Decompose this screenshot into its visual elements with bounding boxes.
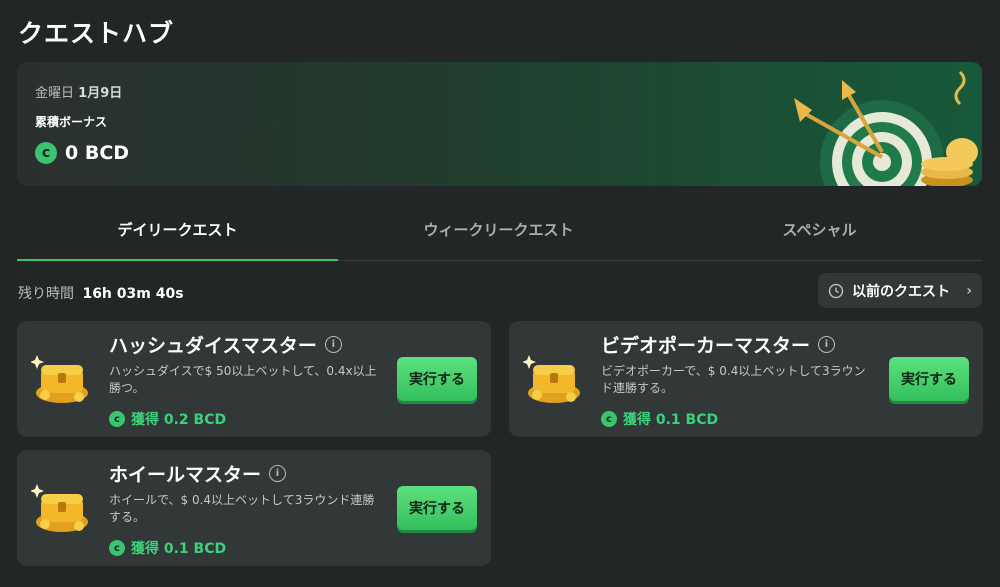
quest-card-hash-dice: ハッシュダイスマスター i ハッシュダイスで$ 50以上ベットして、0.4x以上… <box>17 321 491 437</box>
treasure-chest-icon <box>31 484 88 532</box>
time-remaining-label: 残り時間 <box>18 286 74 302</box>
execute-quest-button[interactable]: 実行する <box>397 357 477 401</box>
quest-reward: c 獲得 0.1 BCD <box>601 409 718 429</box>
quest-description: ビデオポーカーで、$ 0.4以上ベットして3ラウンド連勝する。 <box>601 364 866 395</box>
quest-title-text: ビデオポーカーマスター <box>601 335 811 357</box>
chevron-right-icon: › <box>966 282 972 299</box>
quest-description: ホイールで、$ 0.4以上ベットして3ラウンド連勝する。 <box>109 493 375 524</box>
info-icon[interactable]: i <box>269 465 287 482</box>
quest-title-text: ハッシュダイスマスター <box>109 335 317 357</box>
previous-quests-label: 以前のクエスト <box>852 283 950 300</box>
quest-reward-text: 獲得 0.2 BCD <box>131 412 227 428</box>
quest-description: ハッシュダイスで$ 50以上ベットして、0.4x以上勝つ。 <box>109 364 377 395</box>
info-icon[interactable]: i <box>818 336 836 353</box>
bcd-coin-icon: c <box>109 411 125 427</box>
quest-card-video-poker: ビデオポーカーマスター i ビデオポーカーで、$ 0.4以上ベットして3ラウンド… <box>509 321 983 437</box>
clock-icon <box>828 283 844 298</box>
quest-title: ビデオポーカーマスター i <box>601 331 836 358</box>
page-title: クエストハブ <box>18 19 175 48</box>
quest-tabs: デイリークエスト ウィークリークエスト スペシャル <box>17 205 982 261</box>
quest-title: ハッシュダイスマスター i <box>109 331 342 358</box>
accumulated-bonus-amount: c 0 BCD <box>35 142 129 164</box>
tab-special[interactable]: スペシャル <box>659 205 980 260</box>
bcd-coin-icon: c <box>601 411 617 427</box>
quest-reward-text: 獲得 0.1 BCD <box>623 412 719 428</box>
time-remaining-value: 16h 03m 40s <box>82 286 184 302</box>
tab-weekly-quests[interactable]: ウィークリークエスト <box>338 205 659 260</box>
time-remaining: 残り時間 16h 03m 40s <box>18 283 184 303</box>
tab-daily-quests[interactable]: デイリークエスト <box>17 205 338 261</box>
banner-date-weekday: 金曜日 <box>35 86 75 101</box>
bcd-coin-icon: c <box>35 142 57 164</box>
execute-quest-button[interactable]: 実行する <box>889 357 969 401</box>
banner-date: 金曜日 1月9日 <box>35 82 122 101</box>
info-icon[interactable]: i <box>324 336 342 353</box>
quest-reward: c 獲得 0.2 BCD <box>109 409 226 429</box>
quest-title: ホイールマスター i <box>109 460 287 487</box>
accumulated-bonus-label: 累積ボーナス <box>35 115 108 129</box>
execute-quest-button[interactable]: 実行する <box>397 486 477 530</box>
previous-quests-button[interactable]: 以前のクエスト › <box>818 273 982 308</box>
quest-title-text: ホイールマスター <box>109 464 262 486</box>
quest-reward-text: 獲得 0.1 BCD <box>131 541 227 557</box>
dartboard-coins-illustration-icon <box>794 70 978 186</box>
treasure-chest-icon <box>31 355 88 403</box>
quest-reward: c 獲得 0.1 BCD <box>109 538 226 558</box>
treasure-chest-icon <box>523 355 580 403</box>
quest-card-wheel: ホイールマスター i ホイールで、$ 0.4以上ベットして3ラウンド連勝する。 … <box>17 450 491 566</box>
bonus-amount-value: 0 BCD <box>65 142 130 164</box>
banner-date-day: 1月9日 <box>78 86 123 101</box>
bcd-coin-icon: c <box>109 540 125 556</box>
bonus-banner: 金曜日 1月9日 累積ボーナス c 0 BCD <box>17 62 982 186</box>
